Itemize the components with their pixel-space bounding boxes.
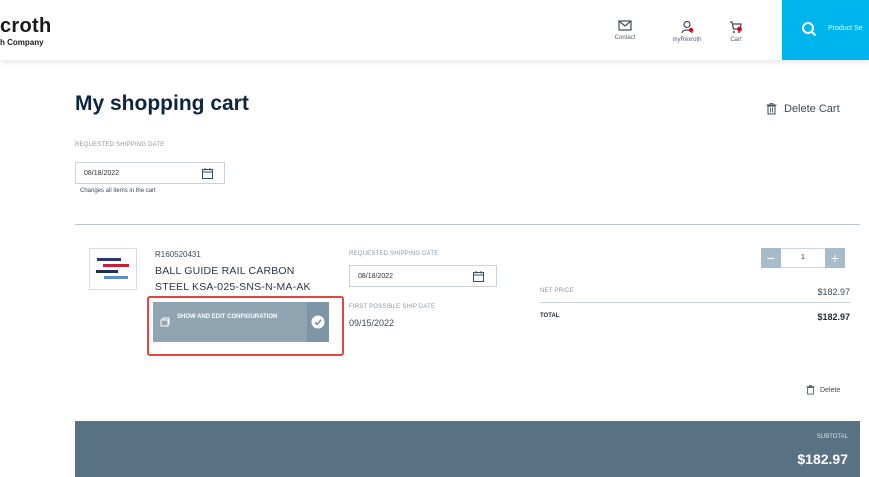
requested-shipping-date-label: REQUESTED SHIPPING DATE	[75, 142, 165, 148]
brand-tagline: h Company	[0, 38, 44, 47]
trash-icon	[806, 385, 815, 395]
page-title: My shopping cart	[75, 92, 249, 115]
nav-myrexroth-label: myRexroth	[672, 37, 702, 43]
quantity-input[interactable]: 1	[781, 248, 825, 268]
user-icon	[681, 20, 694, 34]
configuration-icon	[160, 317, 170, 327]
net-price-value: $182.97	[817, 287, 850, 297]
delete-cart-label: Delete Cart	[784, 103, 840, 115]
price-divider	[540, 302, 850, 303]
quantity-decrease-button[interactable]: −	[761, 248, 781, 268]
configuration-button-label: SHOW AND EDIT CONFIGURATION	[177, 314, 278, 320]
subtotal-label: SUBTOTAL	[816, 434, 848, 440]
product-name[interactable]: BALL GUIDE RAIL CARBON STEEL KSA-025-SNS…	[155, 263, 330, 295]
search-label: Product Se	[828, 25, 863, 32]
quantity-increase-button[interactable]: +	[825, 248, 845, 268]
nav-cart[interactable]: Cart	[724, 20, 748, 43]
guide-rail-image	[96, 258, 129, 279]
cart-icon	[730, 21, 742, 33]
product-sku: R160520431	[155, 250, 201, 259]
nav-cart-label: Cart	[730, 37, 742, 43]
item-requested-date-field[interactable]: 08/18/2022	[349, 265, 497, 287]
total-label: TOTAL	[540, 313, 560, 319]
product-image[interactable]	[89, 248, 137, 290]
check-icon	[311, 315, 325, 329]
site-header: croth h Company Contact myRexroth Cart P	[0, 0, 869, 60]
requested-shipping-date-value: 08/18/2022	[84, 170, 120, 177]
item-requested-date-value: 08/18/2022	[358, 273, 394, 280]
delete-cart-button[interactable]: Delete Cart	[766, 103, 840, 115]
delete-item-button[interactable]: Delete	[806, 385, 840, 395]
divider	[75, 224, 860, 225]
quantity-stepper: − 1 +	[761, 248, 845, 268]
first-ship-date-value: 09/15/2022	[349, 318, 395, 328]
nav-contact[interactable]: Contact	[607, 20, 643, 41]
date-hint: Changes all items in the cart	[80, 188, 156, 194]
subtotal-bar: SUBTOTAL $182.97	[75, 421, 860, 477]
envelope-icon	[618, 20, 632, 31]
product-search-button[interactable]: Product Se	[782, 0, 869, 60]
subtotal-value: $182.97	[797, 451, 848, 467]
search-icon	[802, 22, 817, 37]
trash-icon	[766, 103, 777, 115]
calendar-icon[interactable]	[202, 168, 213, 179]
delete-item-label: Delete	[820, 386, 841, 394]
requested-shipping-date-field[interactable]: 08/18/2022	[75, 162, 225, 184]
show-edit-configuration-button[interactable]: SHOW AND EDIT CONFIGURATION	[153, 302, 329, 342]
nav-contact-label: Contact	[614, 35, 636, 41]
brand-logo[interactable]: croth	[0, 15, 52, 38]
first-ship-date-label: FIRST POSSIBLE SHIP DATE	[349, 304, 436, 310]
item-requested-date-label: REQUESTED SHIPPING DATE	[349, 251, 439, 257]
configuration-check	[307, 302, 329, 342]
calendar-icon[interactable]	[473, 271, 484, 282]
nav-myrexroth[interactable]: myRexroth	[663, 20, 711, 43]
total-value: $182.97	[817, 312, 850, 322]
net-price-label: NET PRICE	[540, 288, 574, 294]
